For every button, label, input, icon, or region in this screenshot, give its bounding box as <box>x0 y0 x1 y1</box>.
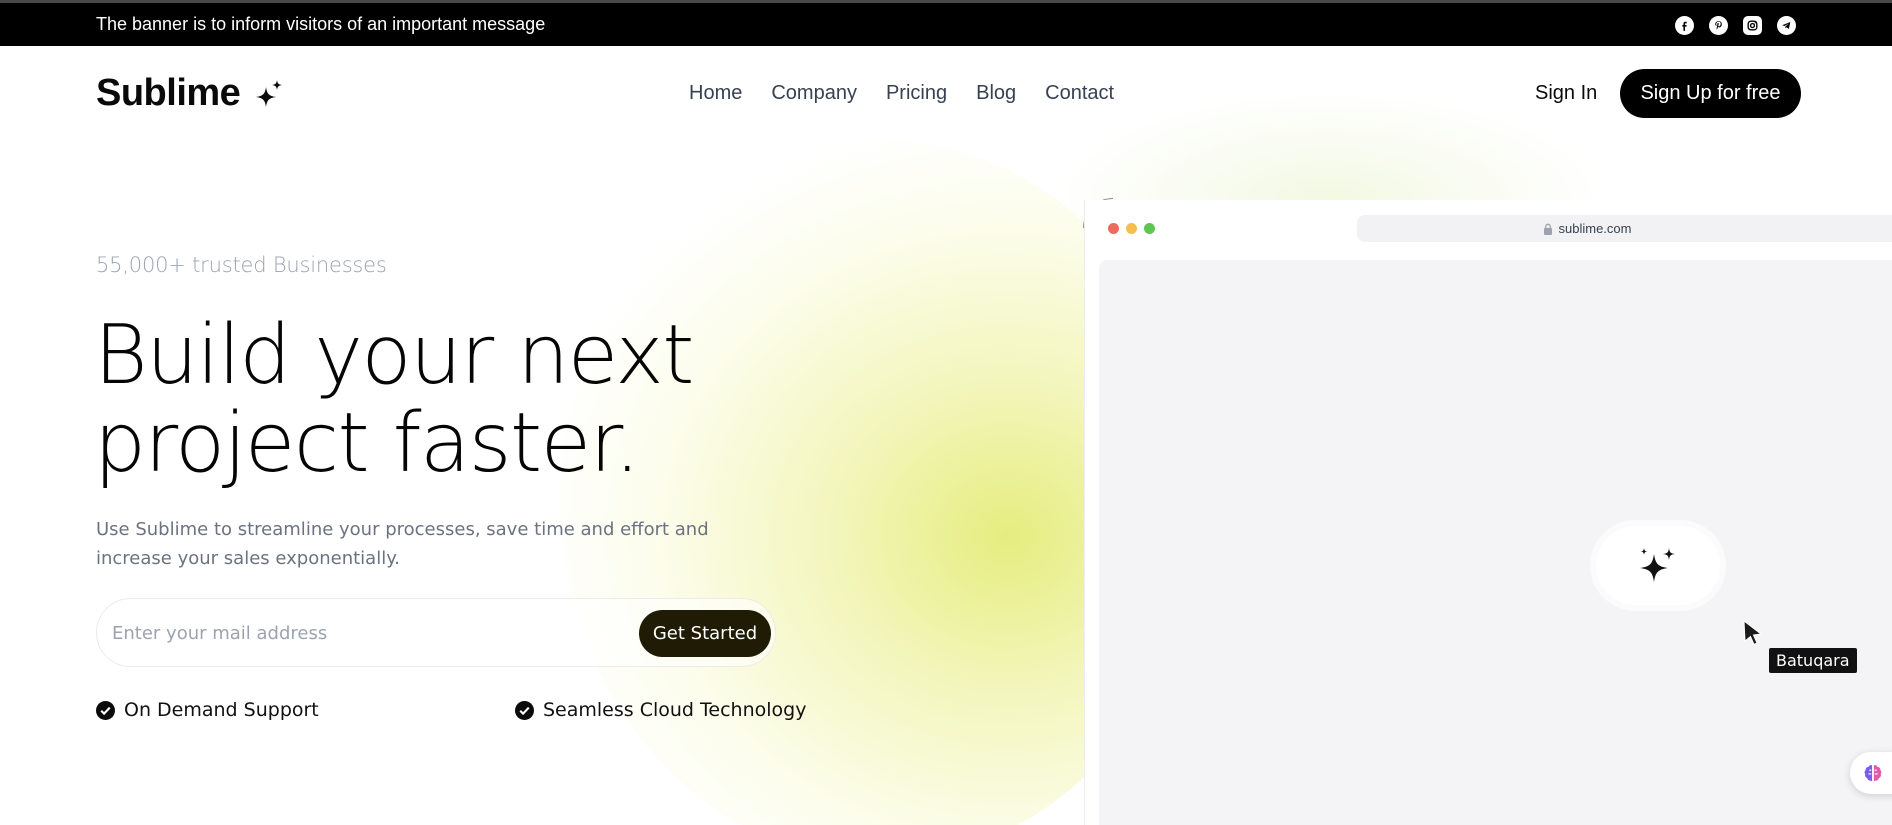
nav-blog[interactable]: Blog <box>976 82 1016 105</box>
nav-company[interactable]: Company <box>771 82 857 105</box>
browser-mockup: sublime.com <box>1084 200 1892 825</box>
floating-widget[interactable] <box>1850 752 1892 794</box>
instagram-icon[interactable] <box>1743 16 1762 35</box>
telegram-icon[interactable] <box>1777 16 1796 35</box>
social-links <box>1675 16 1796 35</box>
sparkles-icon <box>1640 547 1675 582</box>
signup-form: Get Started <box>96 598 776 667</box>
lock-icon <box>1543 223 1552 235</box>
window-controls <box>1108 223 1155 234</box>
get-started-button[interactable]: Get Started <box>639 610 771 657</box>
sparkle-button[interactable] <box>1596 526 1720 605</box>
mouse-cursor-icon <box>1743 620 1763 646</box>
close-dot <box>1108 223 1119 234</box>
url-bar: sublime.com <box>1357 215 1892 242</box>
sparkles-icon <box>256 79 283 107</box>
banner-message: The banner is to inform visitors of an i… <box>96 14 546 34</box>
check-circle-icon <box>515 700 534 720</box>
announcement-banner: The banner is to inform visitors of an i… <box>0 0 1892 46</box>
logo-text: Sublime <box>96 72 241 114</box>
main-nav: Home Company Pricing Blog Contact <box>689 82 1114 105</box>
feature-on-demand-support: On Demand Support <box>96 699 319 721</box>
nav-home[interactable]: Home <box>689 82 742 105</box>
feature-label: On Demand Support <box>124 699 319 721</box>
logo[interactable]: Sublime <box>96 72 284 115</box>
brain-icon <box>1864 765 1882 782</box>
check-circle-icon <box>96 700 115 720</box>
email-input[interactable] <box>112 619 592 647</box>
feature-cloud-technology: Seamless Cloud Technology <box>515 699 806 721</box>
site-header: Sublime Home Company Pricing Blog Contac… <box>0 46 1892 142</box>
minimize-dot <box>1126 223 1137 234</box>
hero-subtext: Use Sublime to streamline your processes… <box>96 519 709 569</box>
hero-headline: Build your next project faster. <box>94 312 894 488</box>
trusted-businesses: 55,000+ trusted Businesses <box>96 253 387 277</box>
sign-up-button[interactable]: Sign Up for free <box>1620 69 1801 118</box>
nav-pricing[interactable]: Pricing <box>886 82 947 105</box>
nav-contact[interactable]: Contact <box>1045 82 1114 105</box>
feature-label: Seamless Cloud Technology <box>543 699 807 721</box>
pinterest-icon[interactable] <box>1709 16 1728 35</box>
url-text: sublime.com <box>1558 221 1632 236</box>
sign-in-link[interactable]: Sign In <box>1535 82 1597 105</box>
headline-line-2: project faster. <box>94 396 640 491</box>
mockup-canvas <box>1099 260 1892 825</box>
headline-line-1: Build your next <box>94 308 694 403</box>
facebook-icon[interactable] <box>1675 16 1694 35</box>
cursor-tooltip: Batuqara <box>1769 648 1857 673</box>
maximize-dot <box>1144 223 1155 234</box>
